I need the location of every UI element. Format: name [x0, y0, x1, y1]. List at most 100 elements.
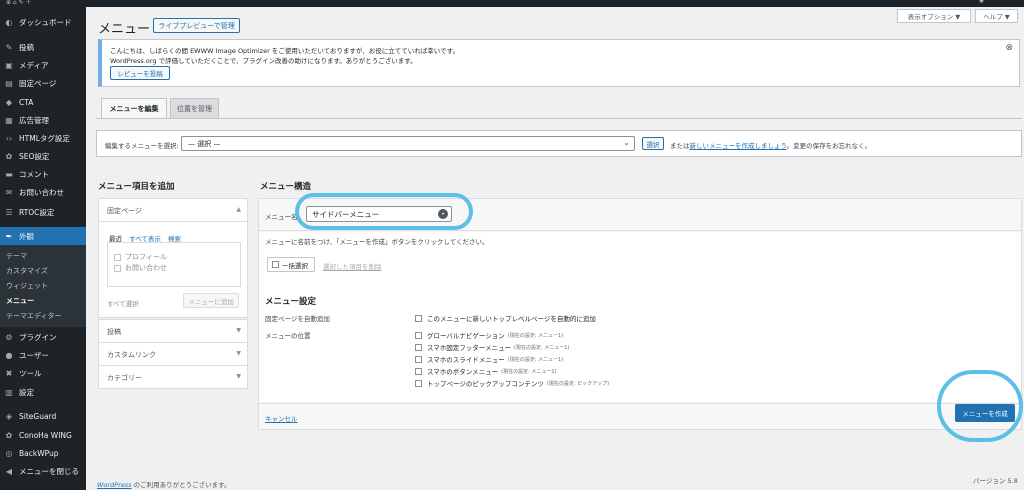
sidebar-item[interactable]: ▤ 固定ページ	[0, 74, 86, 92]
screen-options-button[interactable]: 表示オプション ▼	[897, 9, 971, 23]
sidebar-item-label: 広告管理	[19, 115, 49, 125]
collapse-icon: ◀	[5, 466, 13, 476]
auto-add-option[interactable]: このメニューに新しいトップレベルページを自動的に追加	[415, 313, 596, 323]
delete-selected-link[interactable]: 選択した項目を削除	[323, 261, 382, 271]
checkbox[interactable]	[114, 253, 121, 261]
sidebar-item[interactable]: ⚙ プラグイン	[0, 328, 86, 346]
menu-footer-bar: キャンセル	[259, 403, 1021, 429]
sidebar-item-label: プラグイン	[19, 332, 57, 342]
checkbox[interactable]	[415, 331, 422, 339]
location-option[interactable]: スマホ固定フッターメニュー (現在の設定: メニュー1)	[415, 342, 569, 352]
sidebar-item-label: コメント	[19, 169, 49, 179]
location-note: (現在の設定: ピックアップ)	[546, 380, 610, 387]
tab-manage-locations[interactable]: 位置を管理	[170, 98, 219, 119]
highlight-circle-name	[295, 193, 473, 230]
create-new-menu-link[interactable]: 新しいメニューを作成しましょう	[690, 142, 787, 150]
categories-panel-title: カテゴリー	[107, 374, 142, 382]
checkbox[interactable]	[415, 367, 422, 375]
sidebar-item-label: ユーザー	[19, 350, 49, 360]
checkbox[interactable]	[415, 314, 422, 322]
list-item-label: プロフィール	[125, 253, 167, 261]
sidebar-item-label: 固定ページ	[19, 78, 57, 88]
list-item[interactable]: プロフィール	[114, 252, 167, 262]
categories-panel[interactable]: カテゴリー ▼	[98, 365, 248, 389]
list-icon: ☰	[5, 207, 13, 217]
create-menu-button[interactable]: メニューを作成	[955, 404, 1015, 422]
live-preview-button[interactable]: ライブプレビューで管理	[153, 18, 240, 33]
tail-prefix: または	[670, 142, 690, 150]
location-option[interactable]: グローバルナビゲーション (現在の設定: メニュー1)	[415, 330, 563, 340]
checkbox[interactable]	[415, 343, 422, 351]
sidebar-item[interactable]: ▥ 設定	[0, 383, 86, 401]
user-icon: ●	[5, 350, 13, 360]
posts-panel[interactable]: 投稿 ▼	[98, 319, 248, 343]
sidebar-item[interactable]: ◎ BackWPup	[0, 444, 86, 462]
select-all-label[interactable]: すべて選択	[107, 298, 139, 308]
submenu-item[interactable]: カスタマイズ	[6, 266, 48, 276]
mail-icon: ✉	[5, 187, 13, 197]
location-option[interactable]: スマホのボタンメニュー (現在の設定: メニュー1)	[415, 366, 556, 376]
checkbox[interactable]	[272, 261, 279, 268]
add-to-menu-button[interactable]: メニューに追加	[183, 293, 239, 308]
location-name: スマホのボタンメニュー	[427, 368, 499, 376]
wrench-icon: ✖	[5, 368, 13, 378]
plugin-icon: ⚙	[5, 332, 13, 342]
cancel-link[interactable]: キャンセル	[265, 413, 298, 423]
settings-icon: ▥	[5, 387, 13, 397]
sidebar-item[interactable]: ◐ ダッシュボード	[0, 13, 86, 31]
pages-panel: 固定ページ ▲ 最近 すべて表示 検索 プロフィール お問い合わせ すべて選択 …	[98, 198, 248, 318]
sidebar-item[interactable]: ✒ 外観	[0, 227, 86, 245]
sidebar-item[interactable]: ▬ コメント	[0, 165, 86, 183]
sidebar-item-label: SEO設定	[19, 151, 50, 161]
location-note: (現在の設定: メニュー1)	[514, 344, 570, 351]
pages-panel-header[interactable]: 固定ページ ▲	[99, 199, 247, 222]
sidebar-item[interactable]: ✖ ツール	[0, 364, 86, 382]
sidebar-item[interactable]: ‹› HTMLタグ設定	[0, 129, 86, 147]
custom-links-panel-title: カスタムリンク	[107, 351, 156, 359]
submenu-item[interactable]: テーマエディター	[6, 311, 62, 321]
bulk-select-button[interactable]: 一括選択	[267, 257, 315, 272]
menu-management-box: メニュー名 サイドバーメニュー • メニューに名前をつけ、「メニューを作成」ボタ…	[258, 198, 1022, 430]
chevron-down-icon: ⌄	[623, 138, 630, 147]
location-option[interactable]: スマホのスライドメニュー (現在の設定: メニュー1)	[415, 354, 563, 364]
submenu-item[interactable]: ウィジェット	[6, 281, 48, 291]
shield-icon: ◈	[5, 411, 13, 421]
sidebar-item-label: SiteGuard	[19, 411, 57, 421]
admin-bar-right: ◉	[978, 0, 984, 4]
sidebar-item[interactable]: ✉ お問い合わせ	[0, 183, 86, 201]
review-button[interactable]: レビューを投稿	[110, 66, 170, 80]
sidebar-item[interactable]: ☰ RTOC設定	[0, 203, 86, 221]
checkbox[interactable]	[415, 355, 422, 363]
gear-icon: ✿	[5, 151, 13, 161]
sidebar-item[interactable]: ▦ 広告管理	[0, 111, 86, 129]
sidebar-item[interactable]: ◈ SiteGuard	[0, 407, 86, 425]
dismiss-icon[interactable]: ⊗	[1005, 43, 1013, 53]
location-option[interactable]: トップページのピックアップコンテンツ (現在の設定: ピックアップ)	[415, 378, 609, 388]
location-name: トップページのピックアップコンテンツ	[427, 380, 544, 388]
list-item[interactable]: お問い合わせ	[114, 263, 167, 273]
sidebar-item[interactable]: ✿ SEO設定	[0, 147, 86, 165]
tab-edit-menus[interactable]: メニューを編集	[101, 98, 167, 119]
posts-panel-title: 投稿	[107, 328, 121, 336]
sidebar-item[interactable]: ◀ メニューを閉じる	[0, 462, 86, 480]
add-items-heading: メニュー項目を追加	[98, 182, 175, 192]
sidebar-item[interactable]: ◆ CTA	[0, 93, 86, 111]
sidebar-item[interactable]: ● ユーザー	[0, 346, 86, 364]
select-button[interactable]: 選択	[642, 137, 664, 150]
select-menu-dropdown[interactable]: — 選択 — ⌄	[181, 136, 635, 151]
submenu-item[interactable]: メニュー	[6, 296, 34, 306]
custom-links-panel[interactable]: カスタムリンク ▼	[98, 342, 248, 366]
admin-sidebar: ◐ ダッシュボード ✎ 投稿 ▣ メディア ▤ 固定ページ ◆ CTA ▦ 広告管理 ‹› HTMLタグ設…	[0, 7, 86, 490]
sidebar-item-label: HTMLタグ設定	[19, 133, 70, 143]
sidebar-item[interactable]: ✿ ConoHa WING	[0, 426, 86, 444]
sidebar-item-label: ツール	[19, 368, 42, 378]
submenu-item[interactable]: テーマ	[6, 251, 27, 261]
checkbox[interactable]	[114, 264, 121, 272]
sidebar-item[interactable]: ▣ メディア	[0, 56, 86, 74]
checkbox[interactable]	[415, 379, 422, 387]
sidebar-item[interactable]: ✎ 投稿	[0, 38, 86, 56]
list-item-label: お問い合わせ	[125, 264, 167, 272]
wordpress-link[interactable]: WordPress	[97, 481, 132, 489]
help-button[interactable]: ヘルプ ▼	[975, 9, 1018, 23]
location-name: スマホ固定フッターメニュー	[427, 344, 512, 352]
